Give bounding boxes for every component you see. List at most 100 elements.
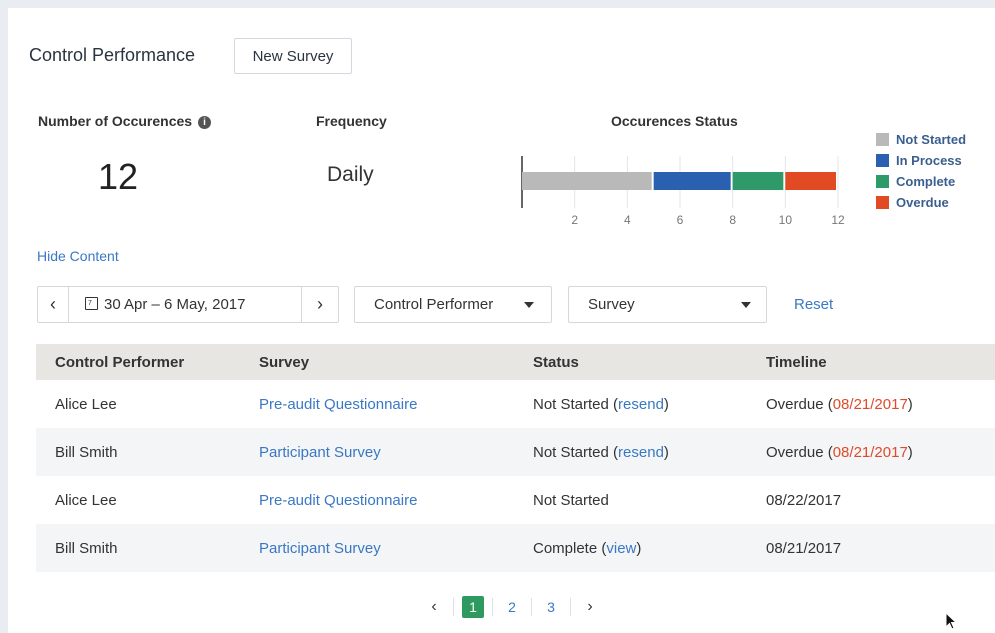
- occurrences-status-chart: 2 4 6 8 10 12: [521, 156, 845, 227]
- survey-link[interactable]: Pre-audit Questionnaire: [259, 396, 417, 413]
- table-row: Alice Lee Pre-audit Questionnaire Not Star…: [36, 380, 995, 428]
- cell-timeline: 08/22/2017: [766, 476, 995, 524]
- overdue-date: 08/21/2017: [832, 395, 908, 413]
- tick-label: 4: [624, 213, 631, 227]
- control-performance-panel: Control Performance New Survey Number of…: [8, 8, 995, 633]
- cell-timeline: Overdue (08/21/2017): [766, 395, 913, 413]
- page-1-button[interactable]: 1: [462, 596, 484, 618]
- divider: [453, 598, 454, 616]
- table-row: Bill Smith Participant Survey Not Started …: [36, 428, 995, 476]
- page-title: Control Performance: [29, 45, 196, 65]
- cell-performer: Bill Smith: [36, 428, 259, 476]
- control-performer-select[interactable]: Control Performer: [354, 286, 552, 323]
- tick-label: 8: [729, 213, 736, 227]
- status-chart-title: Occurences Status: [611, 113, 738, 129]
- timeline-text: 08/22/2017: [766, 491, 842, 509]
- legend-item-in-process: In Process: [876, 153, 966, 168]
- column-header-performer[interactable]: Control Performer: [36, 344, 259, 380]
- bar-segment-overdue[interactable]: [785, 172, 836, 190]
- table-row: Alice Lee Pre-audit Questionnaire Not Star…: [36, 476, 995, 524]
- occurrences-table: Control Performer Survey Status Timeline…: [36, 344, 995, 572]
- reset-link[interactable]: Reset: [794, 296, 833, 313]
- cell-timeline: 08/21/2017: [766, 524, 995, 572]
- timeline-text: Overdue: [766, 395, 824, 413]
- cell-survey: Pre-audit Questionnaire: [259, 476, 533, 524]
- survey-link[interactable]: Participant Survey: [259, 540, 381, 557]
- cell-performer: Bill Smith: [36, 524, 259, 572]
- legend-label: Not Started: [896, 132, 967, 147]
- divider: [531, 598, 532, 616]
- tick-label: 2: [571, 213, 578, 227]
- status-text: Not Started: [533, 443, 609, 461]
- chevron-right-icon[interactable]: ›: [579, 598, 601, 616]
- hide-content-link[interactable]: Hide Content: [37, 248, 119, 264]
- page-2-button[interactable]: 2: [501, 596, 523, 618]
- column-header-status[interactable]: Status: [533, 344, 766, 380]
- calendar-icon: 7: [85, 297, 98, 310]
- date-range-picker: ‹ 7 30 Apr – 6 May, 2017 ›: [37, 286, 339, 323]
- legend-label: Overdue: [896, 195, 949, 210]
- overdue-date: 08/21/2017: [832, 443, 908, 461]
- legend-item-complete: Complete: [876, 174, 966, 189]
- page-3-button[interactable]: 3: [540, 596, 562, 618]
- legend-label: In Process: [896, 153, 962, 168]
- chevron-left-icon[interactable]: ‹: [423, 598, 445, 616]
- cell-survey: Participant Survey: [259, 524, 533, 572]
- legend-item-overdue: Overdue: [876, 195, 966, 210]
- status-text: Not Started: [533, 491, 609, 509]
- frequency-value: Daily: [327, 163, 374, 186]
- cell-status: Not Started (resend): [533, 395, 669, 413]
- view-link[interactable]: view: [606, 540, 636, 557]
- column-header-survey[interactable]: Survey: [259, 344, 533, 380]
- cell-status: Complete (view): [533, 524, 766, 572]
- info-icon[interactable]: i: [198, 116, 212, 129]
- occurrences-label: Number of Occurences i: [38, 113, 212, 129]
- resend-link[interactable]: resend: [618, 444, 664, 461]
- date-range-text: 30 Apr – 6 May, 2017: [104, 296, 246, 313]
- legend-label: Complete: [896, 174, 956, 189]
- chevron-down-icon: [741, 301, 751, 308]
- divider: [492, 598, 493, 616]
- table-header-row: Control Performer Survey Status Timeline: [36, 344, 995, 380]
- mouse-cursor-icon: [945, 612, 958, 630]
- column-header-timeline[interactable]: Timeline: [766, 344, 995, 380]
- occurrences-count: 12: [98, 156, 139, 197]
- date-range-field[interactable]: 7 30 Apr – 6 May, 2017: [69, 296, 301, 313]
- cell-status: Not Started (resend): [533, 428, 766, 476]
- cell-timeline: Overdue (08/21/2017): [766, 428, 995, 476]
- bar-segment-in-process[interactable]: [653, 172, 731, 190]
- resend-link[interactable]: resend: [618, 396, 664, 413]
- frequency-label: Frequency: [316, 113, 387, 129]
- status-text: Complete: [533, 539, 598, 557]
- chart-legend: Not Started In Process Complete Overdue: [876, 132, 966, 216]
- survey-link[interactable]: Participant Survey: [259, 444, 381, 461]
- table-row: Bill Smith Participant Survey Complete (vi…: [36, 524, 995, 572]
- legend-swatch: [876, 133, 889, 146]
- bar-segment-not-started[interactable]: [522, 172, 652, 190]
- chevron-right-icon[interactable]: ›: [302, 287, 338, 322]
- tick-label: 10: [779, 213, 793, 227]
- timeline-text: 08/21/2017: [766, 539, 842, 557]
- cell-survey: Pre-audit Questionnaire: [259, 380, 533, 428]
- new-survey-button[interactable]: New Survey: [234, 38, 352, 74]
- cell-performer: Alice Lee: [55, 395, 117, 413]
- status-text: Not Started: [533, 395, 609, 413]
- chevron-down-icon: [524, 301, 534, 308]
- cell-performer: Alice Lee: [55, 491, 117, 509]
- cell-status: Not Started: [533, 476, 766, 524]
- survey-select[interactable]: Survey: [568, 286, 767, 323]
- chevron-left-icon[interactable]: ‹: [38, 287, 68, 322]
- legend-swatch: [876, 175, 889, 188]
- legend-item-not-started: Not Started: [876, 132, 966, 147]
- divider: [570, 598, 571, 616]
- bar-segment-complete[interactable]: [732, 172, 784, 190]
- pagination: ‹ 1 2 3 ›: [423, 596, 601, 618]
- survey-link[interactable]: Pre-audit Questionnaire: [259, 492, 417, 509]
- tick-label: 12: [831, 213, 845, 227]
- control-performer-select-value: Control Performer: [374, 296, 494, 313]
- legend-swatch: [876, 196, 889, 209]
- legend-swatch: [876, 154, 889, 167]
- timeline-text: Overdue: [766, 443, 824, 461]
- table-body: Alice Lee Pre-audit Questionnaire Not Star…: [36, 380, 995, 572]
- survey-select-value: Survey: [588, 296, 635, 313]
